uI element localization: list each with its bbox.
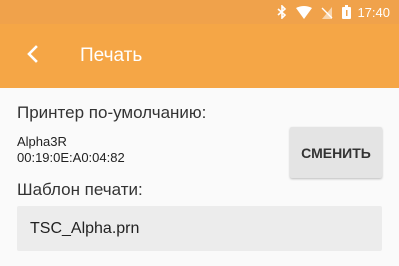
- print-template-field[interactable]: TSC_Alpha.prn: [17, 206, 382, 251]
- printer-mac-address: 00:19:0E:A0:04:82: [17, 150, 125, 165]
- back-arrow-icon: [26, 44, 38, 68]
- printer-name: Alpha3R: [17, 134, 67, 149]
- print-template-label: Шаблон печати:: [17, 180, 143, 199]
- battery-icon: [342, 5, 352, 19]
- wifi-icon: [296, 5, 313, 19]
- bluetooth-icon: [277, 5, 287, 19]
- page-title: Печать: [80, 45, 143, 66]
- default-printer-label: Принтер по-умолчанию:: [17, 103, 207, 122]
- app-bar: Печать: [0, 24, 399, 88]
- print-template-value: TSC_Alpha.prn: [30, 219, 140, 237]
- status-bar: 17:40: [0, 0, 399, 24]
- change-printer-button[interactable]: СМЕНИТЬ: [290, 127, 382, 178]
- back-button[interactable]: [26, 32, 66, 80]
- status-time: 17:40: [357, 4, 390, 20]
- no-sim-icon: [321, 6, 333, 19]
